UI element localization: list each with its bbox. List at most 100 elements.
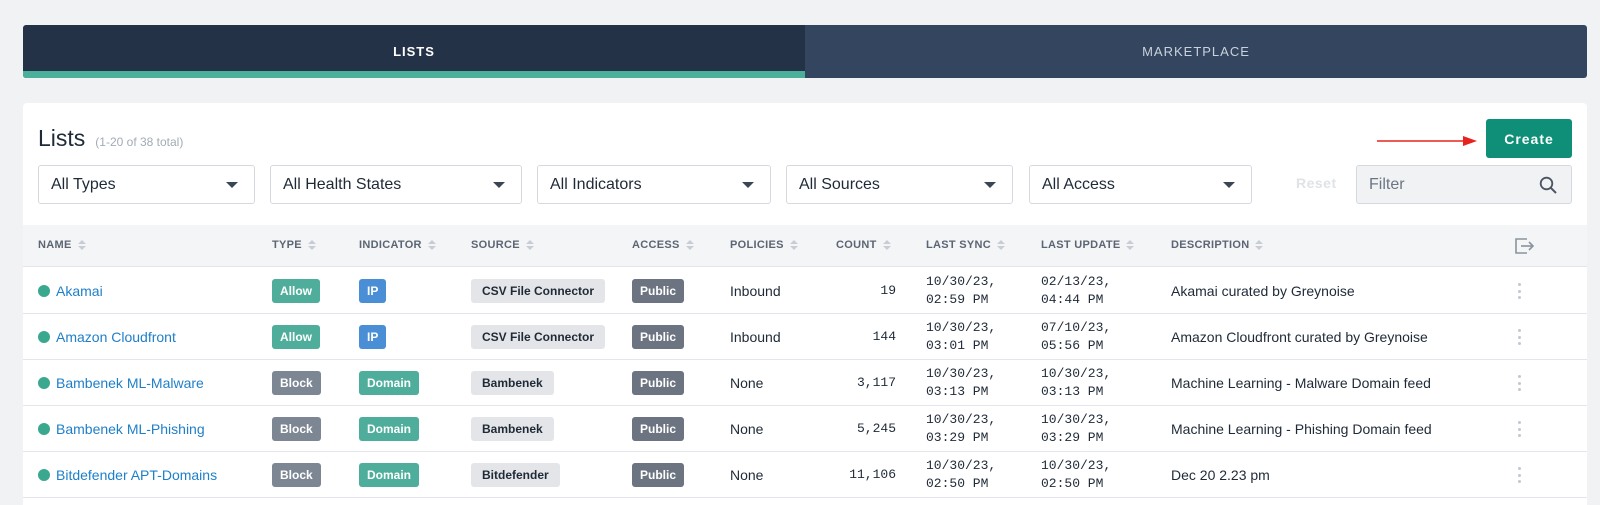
kebab-menu-icon[interactable] bbox=[1518, 375, 1522, 391]
count-cell: 11,106 bbox=[849, 467, 896, 482]
reset-button[interactable]: Reset bbox=[1296, 175, 1337, 191]
status-dot-icon bbox=[38, 423, 50, 435]
sort-icon bbox=[525, 240, 534, 250]
tab-marketplace[interactable]: MARKETPLACE bbox=[805, 25, 1587, 78]
list-name-link[interactable]: Akamai bbox=[56, 283, 103, 299]
chevron-down-icon bbox=[493, 182, 505, 188]
create-button[interactable]: Create bbox=[1486, 119, 1572, 158]
col-name[interactable]: NAME bbox=[38, 239, 86, 251]
col-count[interactable]: COUNT bbox=[836, 239, 891, 251]
source-cell: Bambenek bbox=[471, 406, 554, 452]
sort-icon bbox=[789, 240, 798, 250]
sort-icon bbox=[1255, 240, 1264, 250]
tab-marketplace-label: MARKETPLACE bbox=[1142, 44, 1250, 59]
name-cell: Bambenek ML-Phishing bbox=[38, 406, 205, 452]
status-dot-icon bbox=[38, 469, 50, 481]
description-cell: Dec 20 2.23 pm bbox=[1171, 467, 1270, 483]
type-cell: Allow bbox=[272, 314, 320, 360]
table-row[interactable]: Amazon Cloudfront Allow IP CSV File Conn… bbox=[23, 314, 1587, 360]
type-badge: Allow bbox=[272, 325, 320, 349]
last-sync-cell: 10/30/23, 02:59 PM bbox=[926, 274, 997, 307]
indicator-cell: IP bbox=[359, 268, 387, 314]
col-last-update[interactable]: LAST UPDATE bbox=[1041, 239, 1135, 251]
access-cell: Public bbox=[632, 452, 685, 498]
tab-lists-label: LISTS bbox=[393, 44, 435, 59]
type-cell: Block bbox=[272, 406, 321, 452]
name-cell: Bambenek ML-Malware bbox=[38, 360, 204, 406]
page-header: Lists (1-20 of 38 total) bbox=[38, 125, 183, 152]
access-select[interactable]: All Access bbox=[1029, 165, 1252, 204]
policies-cell: Inbound bbox=[730, 329, 781, 345]
access-cell: Public bbox=[632, 360, 685, 406]
list-name-link[interactable]: Bitdefender APT-Domains bbox=[56, 467, 217, 483]
access-cell: Public bbox=[632, 406, 685, 452]
col-last-sync[interactable]: LAST SYNC bbox=[926, 239, 1006, 251]
indicator-cell: Domain bbox=[359, 406, 420, 452]
kebab-menu-icon[interactable] bbox=[1518, 467, 1522, 483]
access-badge: Public bbox=[632, 371, 685, 395]
health-select-value: All Health States bbox=[283, 175, 402, 193]
types-select-value: All Types bbox=[51, 175, 116, 193]
policies-cell: None bbox=[730, 467, 764, 483]
col-description[interactable]: DESCRIPTION bbox=[1171, 239, 1264, 251]
count-cell: 5,245 bbox=[856, 421, 896, 436]
source-badge: Bitdefender bbox=[471, 463, 560, 487]
tab-bar: LISTS MARKETPLACE bbox=[23, 25, 1587, 78]
indicator-badge: IP bbox=[359, 325, 387, 349]
indicators-select[interactable]: All Indicators bbox=[537, 165, 771, 204]
status-dot-icon bbox=[38, 331, 50, 343]
col-source[interactable]: SOURCE bbox=[471, 239, 534, 251]
name-cell: Akamai bbox=[38, 268, 103, 314]
table-row[interactable]: Akamai Allow IP CSV File Connector Publi… bbox=[23, 268, 1587, 314]
kebab-menu-icon[interactable] bbox=[1518, 329, 1522, 345]
indicator-badge: IP bbox=[359, 279, 387, 303]
last-sync-cell: 10/30/23, 03:01 PM bbox=[926, 320, 997, 353]
name-cell: Amazon Cloudfront bbox=[38, 314, 176, 360]
col-policies[interactable]: POLICIES bbox=[730, 239, 798, 251]
list-name-link[interactable]: Bambenek ML-Phishing bbox=[56, 421, 205, 437]
kebab-menu-icon[interactable] bbox=[1518, 283, 1522, 299]
tab-lists[interactable]: LISTS bbox=[23, 25, 805, 78]
table-row[interactable]: Bitdefender APT-Domains Block Domain Bit… bbox=[23, 452, 1587, 498]
col-indicator[interactable]: INDICATOR bbox=[359, 239, 436, 251]
list-name-link[interactable]: Bambenek ML-Malware bbox=[56, 375, 204, 391]
source-cell: Bitdefender bbox=[471, 452, 560, 498]
access-badge: Public bbox=[632, 279, 685, 303]
kebab-menu-icon[interactable] bbox=[1518, 421, 1522, 437]
description-cell: Akamai curated by Greynoise bbox=[1171, 283, 1355, 299]
access-cell: Public bbox=[632, 268, 685, 314]
filter-input[interactable] bbox=[1369, 175, 1529, 194]
last-update-cell: 02/13/23, 04:44 PM bbox=[1041, 274, 1112, 307]
chevron-down-icon bbox=[226, 182, 238, 188]
search-icon[interactable] bbox=[1539, 176, 1557, 194]
policies-cell: Inbound bbox=[730, 283, 781, 299]
type-badge: Block bbox=[272, 371, 321, 395]
last-sync-cell: 10/30/23, 02:50 PM bbox=[926, 458, 997, 491]
sort-icon bbox=[997, 240, 1006, 250]
description-cell: Amazon Cloudfront curated by Greynoise bbox=[1171, 329, 1428, 345]
indicators-select-value: All Indicators bbox=[550, 175, 642, 193]
col-type[interactable]: TYPE bbox=[272, 239, 316, 251]
type-badge: Block bbox=[272, 417, 321, 441]
count-cell: 144 bbox=[872, 329, 896, 344]
indicator-cell: IP bbox=[359, 314, 387, 360]
description-cell: Machine Learning - Malware Domain feed bbox=[1171, 375, 1431, 391]
export-icon[interactable] bbox=[1513, 236, 1535, 256]
col-access[interactable]: ACCESS bbox=[632, 239, 694, 251]
arrow-right-icon bbox=[1377, 136, 1477, 146]
chevron-down-icon bbox=[742, 182, 754, 188]
access-badge: Public bbox=[632, 417, 685, 441]
page-title: Lists bbox=[38, 125, 86, 151]
health-select[interactable]: All Health States bbox=[270, 165, 522, 204]
table-row[interactable]: Bambenek ML-Phishing Block Domain Bamben… bbox=[23, 406, 1587, 452]
last-update-cell: 10/30/23, 03:29 PM bbox=[1041, 412, 1112, 445]
access-badge: Public bbox=[632, 463, 685, 487]
sources-select-value: All Sources bbox=[799, 175, 880, 193]
page-subtitle: (1-20 of 38 total) bbox=[95, 135, 184, 149]
table-row[interactable]: Bambenek ML-Malware Block Domain Bambene… bbox=[23, 360, 1587, 406]
types-select[interactable]: All Types bbox=[38, 165, 255, 204]
indicator-badge: Domain bbox=[359, 463, 420, 487]
table-header: NAME TYPE INDICATOR SOURCE ACCESS POLICI… bbox=[23, 225, 1587, 267]
list-name-link[interactable]: Amazon Cloudfront bbox=[56, 329, 176, 345]
sources-select[interactable]: All Sources bbox=[786, 165, 1013, 204]
